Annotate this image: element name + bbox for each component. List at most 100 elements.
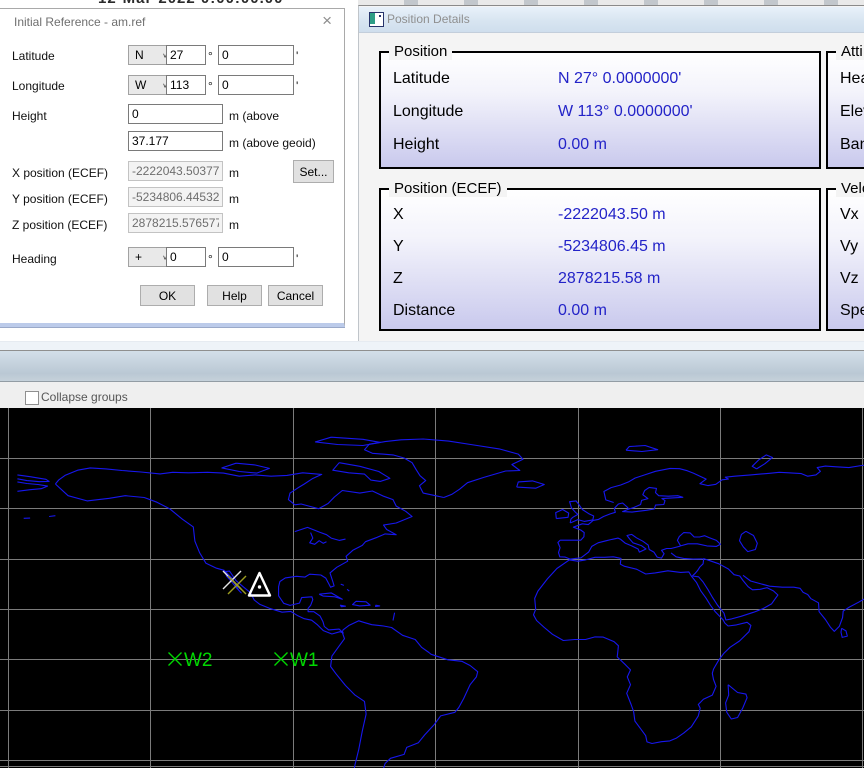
- heading-sign-value: +: [135, 250, 142, 264]
- detail-value: 0.00 m: [558, 136, 607, 154]
- detail-row: Vz: [828, 263, 864, 295]
- detail-label: Hea: [840, 70, 864, 88]
- detail-label: Ban: [840, 136, 864, 154]
- group-title-position-ecef: Position (ECEF): [389, 180, 507, 197]
- window-icon: [369, 12, 384, 27]
- coastline: [752, 455, 772, 469]
- collapse-groups-checkbox[interactable]: [25, 391, 39, 405]
- heading-minute-symbol: ': [296, 252, 298, 266]
- height-input[interactable]: [128, 104, 223, 124]
- coastline: [517, 481, 545, 488]
- world-map[interactable]: W1W2: [0, 408, 864, 768]
- latitude-degrees-input[interactable]: [166, 45, 206, 65]
- coastline: [222, 463, 270, 473]
- detail-row: Elev: [828, 95, 864, 128]
- position-details-titlebar[interactable]: Position Details: [359, 7, 864, 33]
- group-title-attitude: Atti: [836, 43, 864, 60]
- y-ecef-unit: m: [229, 192, 239, 206]
- group-attitude: AttiHeaElevBan: [826, 51, 864, 169]
- coastline: [743, 575, 864, 631]
- height-unit: m (above: [229, 109, 279, 123]
- longitude-minute-symbol: ': [296, 79, 298, 93]
- detail-label: Spe: [840, 302, 864, 320]
- set-button[interactable]: Set...: [293, 160, 334, 183]
- coastline: [740, 531, 758, 551]
- detail-label: Vz: [840, 270, 859, 288]
- heading-label: Heading: [12, 252, 57, 266]
- coastline: [333, 463, 390, 482]
- detail-value: 2878215.58 m: [558, 270, 660, 288]
- coastline: [841, 628, 847, 637]
- detail-label: Longitude: [393, 103, 463, 121]
- detail-label: Distance: [393, 302, 455, 320]
- detail-label: X: [393, 206, 404, 224]
- detail-row: Vx: [828, 199, 864, 231]
- longitude-hemisphere-value: W: [135, 78, 146, 92]
- coastline: [17, 482, 47, 491]
- detail-value: N 27° 0.0000000': [558, 70, 681, 88]
- background-window-strip: 12-Mar-2022 0:00:00.00: [0, 0, 358, 8]
- y-ecef-input: [128, 187, 223, 207]
- height-geoid-input[interactable]: [128, 131, 223, 151]
- coastline: [365, 439, 524, 498]
- latitude-hemisphere-value: N: [135, 48, 144, 62]
- vehicle-dot-icon: [258, 585, 261, 588]
- coastline: [295, 527, 346, 540]
- coastline: [331, 621, 478, 768]
- detail-label: Elev: [840, 103, 864, 121]
- coastline: [570, 501, 594, 523]
- z-ecef-label: Z position (ECEF): [12, 218, 107, 232]
- coastline: [376, 605, 380, 606]
- heading-minutes-input[interactable]: [218, 247, 294, 267]
- coastline: [341, 584, 344, 585]
- detail-label: Height: [393, 136, 439, 154]
- toolbar-band: [0, 350, 864, 382]
- detail-label: Vy: [840, 238, 858, 256]
- ok-button[interactable]: OK: [140, 285, 195, 306]
- coastline: [315, 437, 380, 445]
- help-button[interactable]: Help: [207, 285, 262, 306]
- cancel-button[interactable]: Cancel: [268, 285, 323, 306]
- position-details-title: Position Details: [387, 12, 470, 26]
- coastline: [49, 516, 55, 517]
- detail-value: -2222043.50 m: [558, 206, 666, 224]
- detail-label: Y: [393, 238, 404, 256]
- height-label: Height: [12, 109, 47, 123]
- coastline: [556, 510, 569, 519]
- x-ecef-unit: m: [229, 166, 239, 180]
- longitude-minutes-input[interactable]: [218, 75, 294, 95]
- detail-row: Height 0.00 m: [381, 128, 819, 161]
- coastline: [534, 557, 751, 744]
- longitude-label: Longitude: [12, 79, 65, 93]
- heading-degrees-input[interactable]: [166, 247, 206, 267]
- detail-row: Ban: [828, 128, 864, 161]
- dialog-title: Initial Reference - am.ref: [14, 15, 145, 29]
- latitude-minutes-input[interactable]: [218, 45, 294, 65]
- detail-label: Vx: [840, 206, 859, 224]
- group-velocity: VeloVxVyVzSpe: [826, 188, 864, 331]
- initial-reference-dialog: Initial Reference - am.ref × Latitude N …: [0, 8, 345, 327]
- detail-row: Hea: [828, 62, 864, 95]
- x-ecef-input: [128, 161, 223, 181]
- detail-row: Distance0.00 m: [381, 295, 819, 327]
- position-details-window: Position Details PositionLatitudeN 27° 0…: [358, 5, 864, 342]
- detail-row: Y-5234806.45 m: [381, 231, 819, 263]
- longitude-degrees-input[interactable]: [166, 75, 206, 95]
- world-map-panel[interactable]: W1W2: [0, 408, 864, 768]
- coastline: [558, 534, 681, 559]
- coastline: [626, 446, 658, 452]
- longitude-degree-symbol: °: [208, 79, 213, 93]
- close-icon[interactable]: ×: [322, 12, 332, 29]
- height-geoid-unit: m (above geoid): [229, 136, 316, 150]
- coastline: [393, 613, 395, 621]
- coastline: [17, 475, 49, 482]
- coastline: [671, 553, 703, 559]
- latitude-minute-symbol: ': [296, 49, 298, 63]
- detail-row: Z2878215.58 m: [381, 263, 819, 295]
- coastline: [319, 593, 342, 599]
- y-ecef-label: Y position (ECEF): [12, 192, 108, 206]
- z-ecef-input: [128, 213, 223, 233]
- detail-row: X -2222043.50 m: [381, 199, 819, 231]
- detail-row: Vy: [828, 231, 864, 263]
- group-title-position: Position: [389, 43, 452, 60]
